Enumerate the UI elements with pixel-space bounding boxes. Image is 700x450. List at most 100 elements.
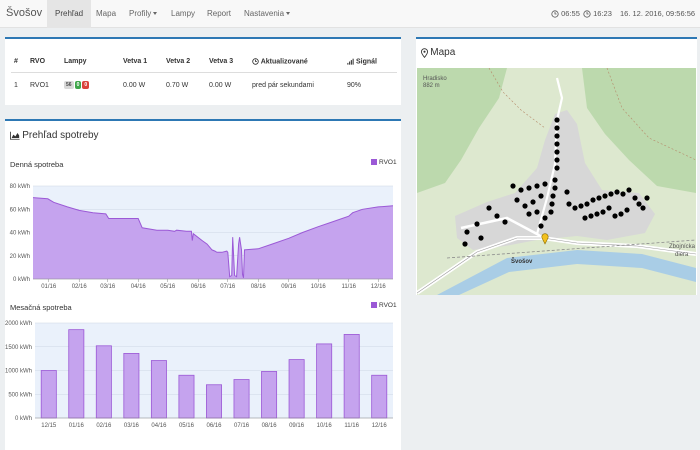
nav-prehlad[interactable]: Prehľad — [47, 0, 92, 28]
x-tick-label: 10/16 — [317, 423, 333, 429]
legend-swatch — [371, 159, 377, 165]
cell-rvo[interactable]: RVO1 — [27, 72, 61, 98]
sunrise-time: 06:55 — [561, 9, 580, 18]
bar — [123, 353, 140, 419]
lamp-marker — [554, 125, 560, 131]
map-header: Mapa — [421, 47, 455, 58]
daily-consumption-chart[interactable]: 0 kWh 20 kWh 40 kWh 60 kWh 80 kWh 01/16 02/16 0… — [5, 173, 401, 288]
nav-profily-label: Profily — [129, 9, 152, 18]
lamp-marker — [572, 205, 578, 211]
lamp-marker — [554, 141, 560, 147]
chevron-down-icon — [153, 12, 158, 16]
lamps-on-badge: 0 — [74, 81, 82, 90]
lamp-marker — [644, 195, 650, 201]
lamp-marker — [542, 215, 548, 221]
nav-lampy[interactable]: Lampy — [163, 0, 203, 28]
lamp-marker — [464, 229, 470, 235]
col-header-vetva1: Vetva 1 — [120, 52, 163, 73]
lamp-marker — [590, 197, 596, 203]
lamp-marker — [518, 187, 524, 193]
lamp-marker — [502, 219, 508, 225]
lamp-marker — [596, 195, 602, 201]
lamp-marker — [606, 205, 612, 211]
bar — [343, 333, 360, 419]
x-tick-label: 08/16 — [251, 284, 267, 288]
cell-num: 1 — [14, 81, 18, 89]
map-label-peak: Hradisko — [423, 76, 447, 82]
nav-profily[interactable]: Profily — [121, 0, 165, 28]
lamp-marker — [549, 201, 555, 207]
cell-lamps: 56 0 0 — [61, 72, 120, 98]
lamp-marker — [526, 211, 532, 217]
map-marker-icon — [421, 48, 428, 58]
nav-nastavenia-label: Nastavenia — [244, 9, 285, 18]
lamp-marker — [612, 213, 618, 219]
cell-updated: pred pár sekundami — [252, 81, 314, 89]
bar — [150, 360, 167, 419]
col-header-vetva2: Vetva 2 — [163, 52, 206, 73]
overview-header: Prehľad spotreby — [10, 130, 99, 141]
lamp-marker — [478, 235, 484, 241]
lamp-marker — [550, 193, 556, 199]
bar — [261, 371, 278, 419]
col-header-updated: Aktualizované — [249, 52, 344, 73]
x-tick-label: 03/16 — [124, 423, 140, 429]
lamp-marker — [548, 209, 554, 215]
lamp-marker — [624, 207, 630, 213]
rvo-table: # RVO Lampy Vetva 1 Vetva 2 Vetva 3 Aktu… — [11, 52, 397, 98]
x-tick-label: 06/16 — [191, 284, 207, 288]
lamp-marker — [554, 165, 560, 171]
nav-nastavenia[interactable]: Nastavenia — [236, 0, 298, 28]
lamps-error-badge: 0 — [82, 81, 90, 90]
x-tick-label: 02/16 — [96, 423, 112, 429]
lamp-marker — [510, 183, 516, 189]
x-tick-label: 07/16 — [234, 423, 250, 429]
y-tick-label: 2000 kWh — [5, 321, 32, 327]
x-tick-label: 02/16 — [72, 284, 88, 288]
monthly-chart-legend[interactable]: RVO1 — [371, 302, 397, 309]
y-tick-label: 20 kWh — [10, 254, 30, 260]
consumption-overview-panel: Prehľad spotreby Denná spotreba RVO1 0 k… — [5, 119, 401, 450]
x-tick-label: 10/16 — [311, 284, 327, 288]
lamp-marker — [530, 199, 536, 205]
sunset-status: 16:23 — [583, 0, 612, 28]
x-tick-label: 11/16 — [341, 284, 356, 288]
daily-chart-legend[interactable]: RVO1 — [371, 159, 397, 166]
bar — [206, 384, 222, 419]
x-tick-label: 11/16 — [344, 423, 359, 429]
col-header-signal: Signál — [344, 52, 397, 73]
lamp-marker — [588, 213, 594, 219]
lamp-marker — [608, 191, 614, 197]
table-row[interactable]: 1 RVO1 56 0 0 0.00 W 0.70 W 0.00 W pred pá… — [11, 72, 397, 98]
map-title: Mapa — [430, 47, 456, 58]
cell-signal: 90% — [347, 81, 362, 89]
x-tick-label: 05/16 — [179, 423, 195, 429]
bar — [288, 359, 305, 419]
monthly-consumption-chart[interactable]: 0 kWh 500 kWh 1000 kWh 1500 kWh 2000 kWh 12/1… — [5, 317, 401, 439]
x-tick-label: 01/16 — [69, 423, 85, 429]
x-tick-label: 07/16 — [220, 284, 236, 288]
brand-title[interactable]: Švošov — [6, 7, 42, 19]
area-chart-icon — [10, 132, 20, 141]
lamp-marker — [462, 241, 468, 247]
lamp-marker — [526, 185, 532, 191]
x-tick-label: 04/16 — [151, 423, 167, 429]
col-header-lampy: Lampy — [61, 52, 120, 73]
y-tick-label: 40 kWh — [10, 231, 30, 237]
monthly-chart-title: Mesačná spotreba — [10, 303, 72, 312]
lamp-marker — [534, 183, 540, 189]
col-header-vetva3: Vetva 3 — [206, 52, 249, 73]
village-map[interactable]: Hradisko 882 m Švošov Zbojnícka diera — [417, 68, 696, 295]
lamp-marker — [522, 203, 528, 209]
legend-label: RVO1 — [379, 159, 397, 166]
nav-mapa[interactable]: Mapa — [88, 0, 124, 28]
lamp-marker — [582, 215, 588, 221]
lamp-marker — [554, 149, 560, 155]
legend-swatch — [371, 302, 377, 308]
col-header-signal-label: Signál — [355, 58, 377, 66]
lamp-marker — [542, 181, 548, 187]
lamp-marker — [538, 223, 544, 229]
nav-report[interactable]: Report — [199, 0, 239, 28]
x-tick-label: 12/15 — [41, 423, 57, 429]
y-tick-label: 1500 kWh — [5, 345, 32, 351]
